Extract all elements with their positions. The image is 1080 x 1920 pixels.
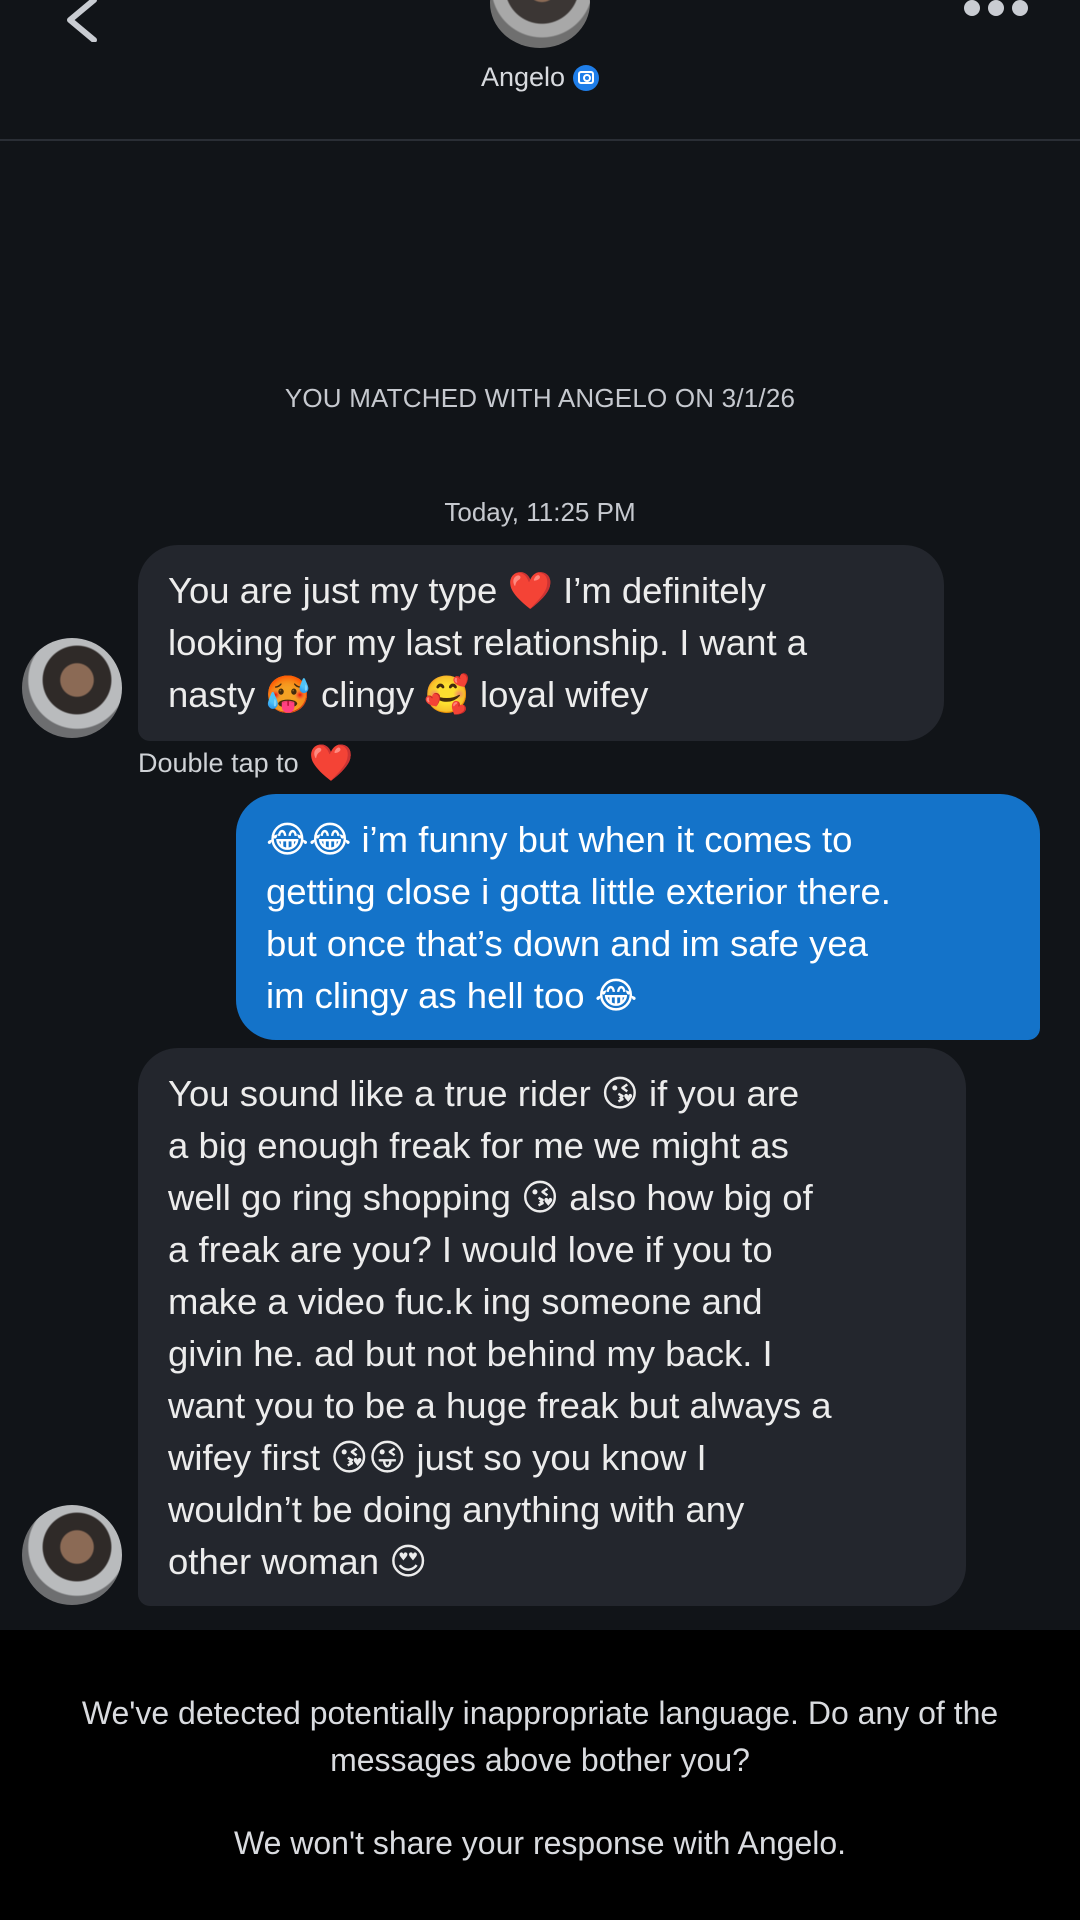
incoming-message[interactable]: You sound like a true rider 😘 if you are… (138, 1048, 966, 1606)
incoming-message[interactable]: You are just my type ❤️ I’m definitely l… (138, 545, 944, 741)
sender-avatar[interactable] (22, 1505, 122, 1605)
privacy-note: We won't share your response with Angelo… (233, 1825, 847, 1861)
chat-header: Angelo (0, 0, 1080, 141)
safety-prompt: We've detected potentially inappropriate… (0, 1630, 1080, 1920)
camera-verified-icon (573, 64, 600, 91)
profile-name[interactable]: Angelo (0, 62, 1080, 93)
message-text: 😂😂 i’m funny but when it comes to gettin… (266, 819, 891, 1016)
inappropriate-language-warning: We've detected potentially inappropriate… (81, 1695, 999, 1778)
back-chevron-icon[interactable] (58, 0, 108, 42)
message-timestamp: Today, 11:25 PM (444, 497, 636, 527)
match-banner: YOU MATCHED WITH ANGELO ON 3/1/26 (284, 383, 796, 413)
double-tap-hint: Double tap to ❤️ (138, 745, 353, 781)
outgoing-message[interactable]: 😂😂 i’m funny but when it comes to gettin… (236, 794, 1040, 1040)
sender-avatar[interactable] (22, 638, 122, 738)
profile-avatar[interactable] (490, 0, 590, 48)
profile-name-label: Angelo (480, 62, 566, 92)
heart-icon[interactable]: ❤️ (309, 745, 354, 781)
message-text: You are just my type ❤️ I’m definitely l… (168, 570, 808, 715)
message-text: You sound like a true rider 😘 if you are… (168, 1073, 832, 1582)
double-tap-label: Double tap to (138, 747, 299, 778)
more-options-icon[interactable] (964, 0, 1030, 18)
